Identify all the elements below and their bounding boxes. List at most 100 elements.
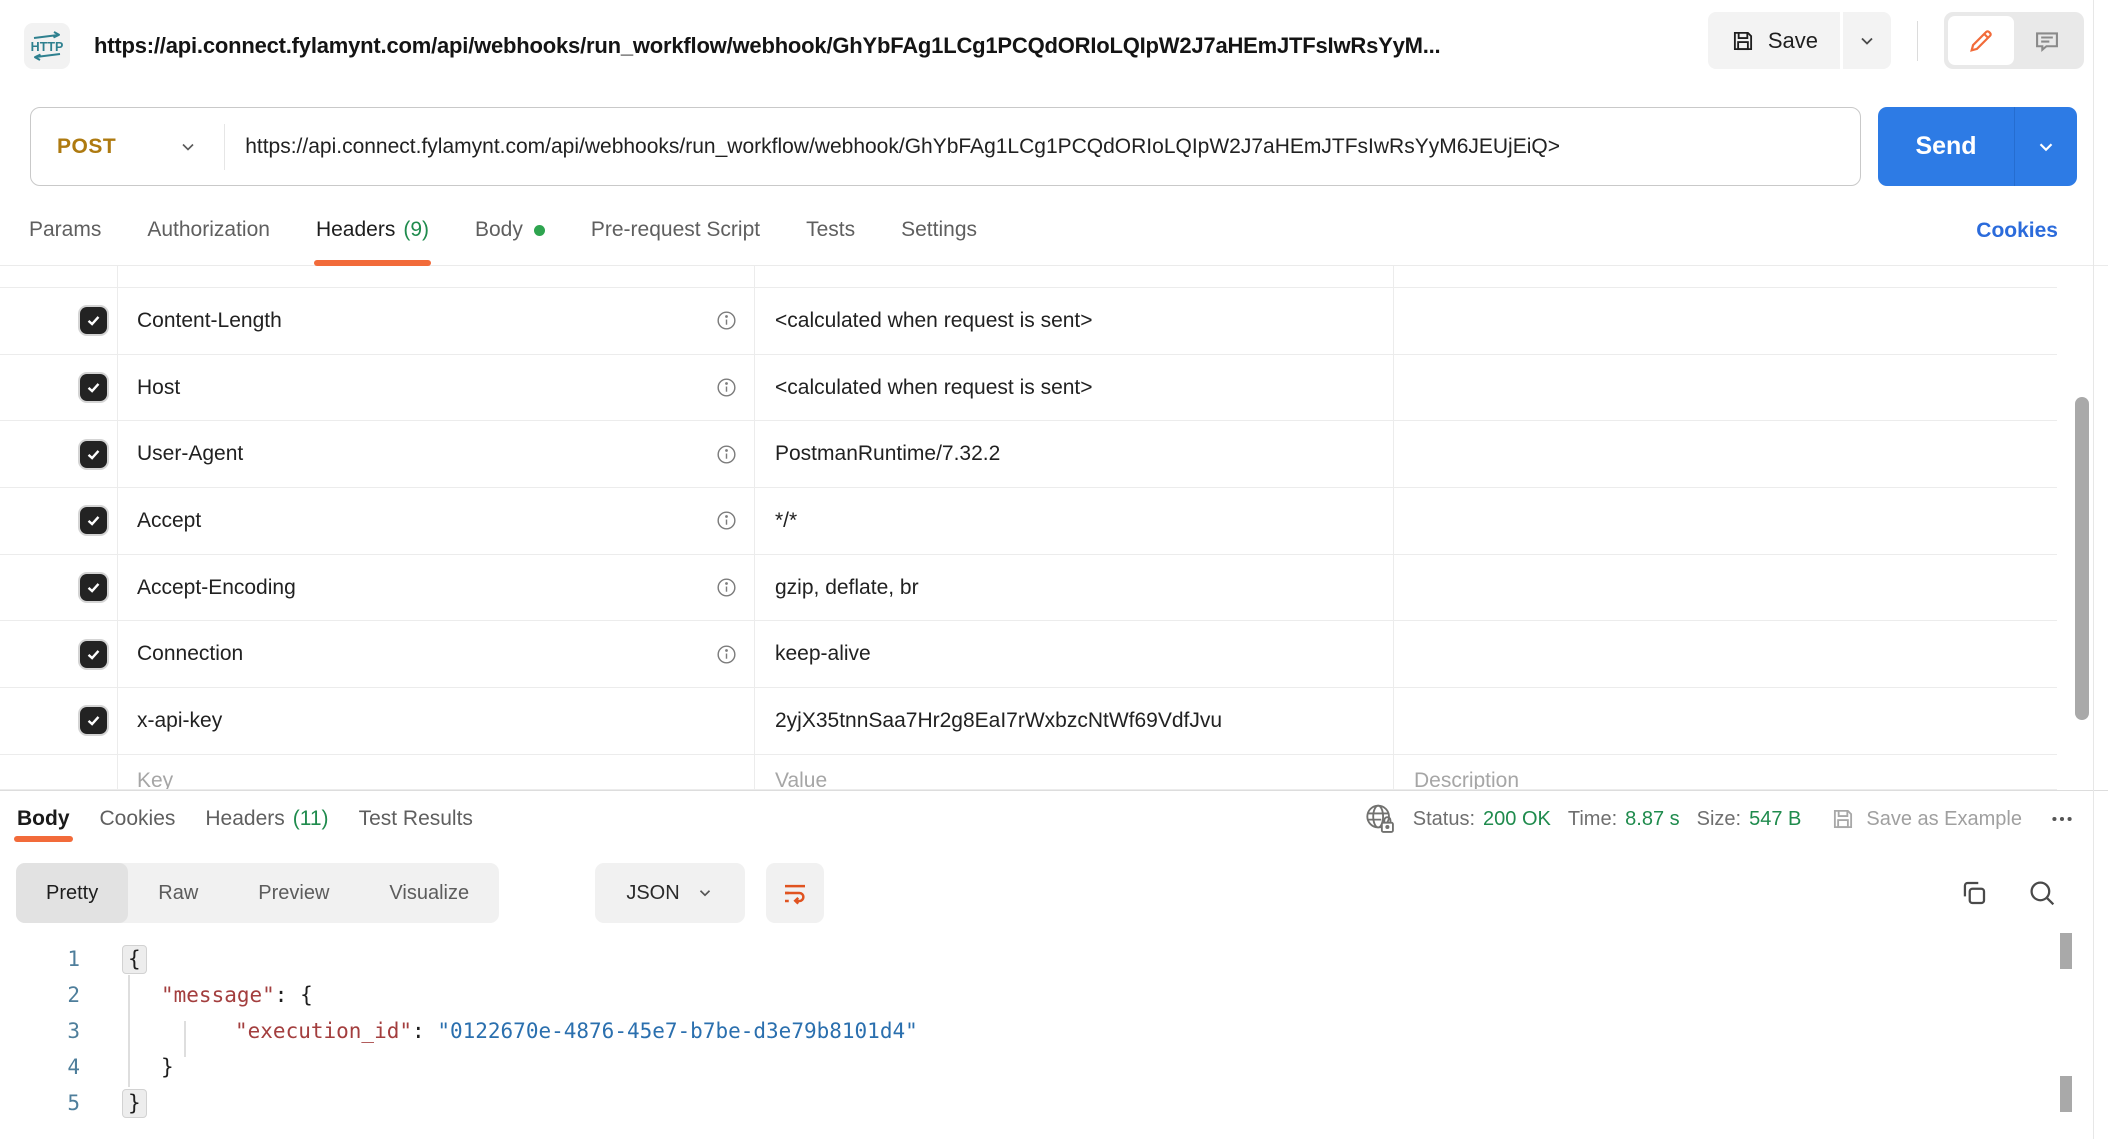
tab-tests[interactable]: Tests (806, 195, 855, 265)
info-icon[interactable] (715, 309, 738, 332)
postman-app: HTTP https://api.connect.fylamynt.com/ap… (0, 0, 2108, 1139)
tab-body[interactable]: Body (475, 195, 545, 265)
row-checkbox[interactable] (80, 374, 107, 401)
request-tabs: Params Authorization Headers (9) Body Pr… (0, 195, 2108, 266)
cell-value[interactable]: 2yjX35tnnSaa7Hr2g8EaI7rWxbzcNtWf69VdfJvu (755, 688, 1394, 754)
info-icon[interactable] (715, 576, 738, 599)
cell-description[interactable] (1394, 355, 2057, 421)
cell-description[interactable]: Description (1394, 755, 2057, 789)
cell-key[interactable]: Host (118, 355, 755, 421)
request-scrollbar-thumb[interactable] (2075, 397, 2089, 720)
save-button[interactable]: Save (1708, 12, 1840, 69)
cell-checkbox (0, 266, 118, 287)
table-row-new: Key Value Description (0, 755, 2057, 790)
cell-description[interactable] (1394, 488, 2057, 554)
response-tab-cookies[interactable]: Cookies (100, 791, 176, 847)
line-number: 4 (0, 1055, 94, 1079)
code-line: 1 { (0, 941, 2040, 977)
method-label: POST (57, 135, 116, 159)
more-options-button[interactable] (2049, 806, 2075, 832)
table-row: Accept-Encoding gzip, deflate, br (0, 555, 2057, 622)
cell-checkbox (0, 288, 118, 354)
copy-button[interactable] (1958, 877, 1990, 909)
check-icon (85, 712, 102, 729)
save-options-caret[interactable] (1843, 12, 1891, 69)
cell-key[interactable]: Accept (118, 488, 755, 554)
pencil-icon (1967, 27, 1995, 55)
header-key: Connection (137, 642, 243, 666)
json-punctuation: : (412, 1019, 437, 1043)
cell-key[interactable]: Connection (118, 621, 755, 687)
value-placeholder: Value (775, 769, 827, 789)
table-row: x-api-key 2yjX35tnnSaa7Hr2g8EaI7rWxbzcNt… (0, 688, 2057, 755)
row-checkbox[interactable] (80, 507, 107, 534)
headers-table: Content-Length <calculated when request … (0, 266, 2057, 790)
cell-key[interactable]: User-Agent (118, 421, 755, 487)
cell-value[interactable]: Value (755, 755, 1394, 789)
cell-description[interactable] (1394, 621, 2057, 687)
row-checkbox[interactable] (80, 307, 107, 334)
json-key: "message" (161, 983, 275, 1007)
tab-settings[interactable]: Settings (901, 195, 977, 265)
response-tab-test-results[interactable]: Test Results (359, 791, 473, 847)
cell-value[interactable]: PostmanRuntime/7.32.2 (755, 421, 1394, 487)
cell-value[interactable]: gzip, deflate, br (755, 555, 1394, 621)
search-icon (2026, 877, 2058, 909)
cookies-link[interactable]: Cookies (1976, 195, 2058, 266)
row-checkbox[interactable] (80, 441, 107, 468)
chevron-down-icon (178, 137, 198, 157)
cell-description[interactable] (1394, 688, 2057, 754)
cell-value[interactable]: */* (755, 488, 1394, 554)
response-meta: Status: 200 OK Time: 8.87 s Size: 547 B … (1364, 791, 2075, 847)
cell-key[interactable]: Key (118, 755, 755, 789)
search-button[interactable] (2026, 877, 2058, 909)
save-as-example-button[interactable]: Save as Example (1830, 806, 2022, 832)
response-scrollbar-thumb[interactable] (2060, 933, 2072, 969)
row-checkbox[interactable] (80, 707, 107, 734)
line-number: 5 (0, 1091, 94, 1115)
network-globe-icon[interactable] (1364, 802, 1396, 836)
cell-key[interactable]: Accept-Encoding (118, 555, 755, 621)
svg-text:HTTP: HTTP (31, 40, 64, 54)
view-tab-preview[interactable]: Preview (228, 863, 359, 923)
send-button[interactable]: Send (1878, 107, 2077, 186)
cell-value[interactable]: <calculated when request is sent> (755, 288, 1394, 354)
edit-mode-button[interactable] (1948, 16, 2014, 65)
view-tab-visualize[interactable]: Visualize (359, 863, 499, 923)
cell-value[interactable]: keep-alive (755, 621, 1394, 687)
view-tab-raw[interactable]: Raw (128, 863, 228, 923)
row-checkbox[interactable] (80, 574, 107, 601)
row-checkbox[interactable] (80, 641, 107, 668)
cell-description[interactable] (1394, 421, 2057, 487)
format-selector[interactable]: JSON (595, 863, 745, 923)
comments-button[interactable] (2014, 16, 2080, 65)
cell-key[interactable]: Content-Length (118, 288, 755, 354)
cell-description[interactable] (1394, 288, 2057, 354)
header-value: <calculated when request is sent> (775, 309, 1093, 333)
send-options-caret[interactable] (2015, 136, 2077, 158)
response-body-editor[interactable]: 1 { 2 "message": { 3 "execution_id": "01… (0, 941, 2040, 1139)
wrap-text-button[interactable] (766, 863, 824, 923)
time-pair: Time: 8.87 s (1568, 808, 1680, 831)
info-icon[interactable] (715, 376, 738, 399)
response-tab-headers[interactable]: Headers (11) (205, 791, 328, 847)
page-scrollbar-thumb[interactable] (2060, 1076, 2072, 1112)
send-button-label: Send (1878, 132, 2014, 161)
method-selector[interactable]: POST (31, 135, 224, 159)
tab-authorization[interactable]: Authorization (147, 195, 270, 265)
tab-pre-request-script[interactable]: Pre-request Script (591, 195, 760, 265)
fold-marker[interactable]: } (122, 1089, 147, 1118)
tab-params[interactable]: Params (29, 195, 101, 265)
tab-headers[interactable]: Headers (9) (316, 195, 429, 265)
info-icon[interactable] (715, 509, 738, 532)
url-input[interactable] (245, 112, 1860, 182)
fold-marker[interactable]: { (122, 945, 147, 974)
cell-value[interactable]: <calculated when request is sent> (755, 355, 1394, 421)
info-icon[interactable] (715, 443, 738, 466)
cell-key[interactable]: x-api-key (118, 688, 755, 754)
info-icon[interactable] (715, 643, 738, 666)
response-tab-body[interactable]: Body (17, 791, 70, 847)
table-row: User-Agent PostmanRuntime/7.32.2 (0, 421, 2057, 488)
view-tab-pretty[interactable]: Pretty (16, 863, 128, 923)
cell-description[interactable] (1394, 555, 2057, 621)
